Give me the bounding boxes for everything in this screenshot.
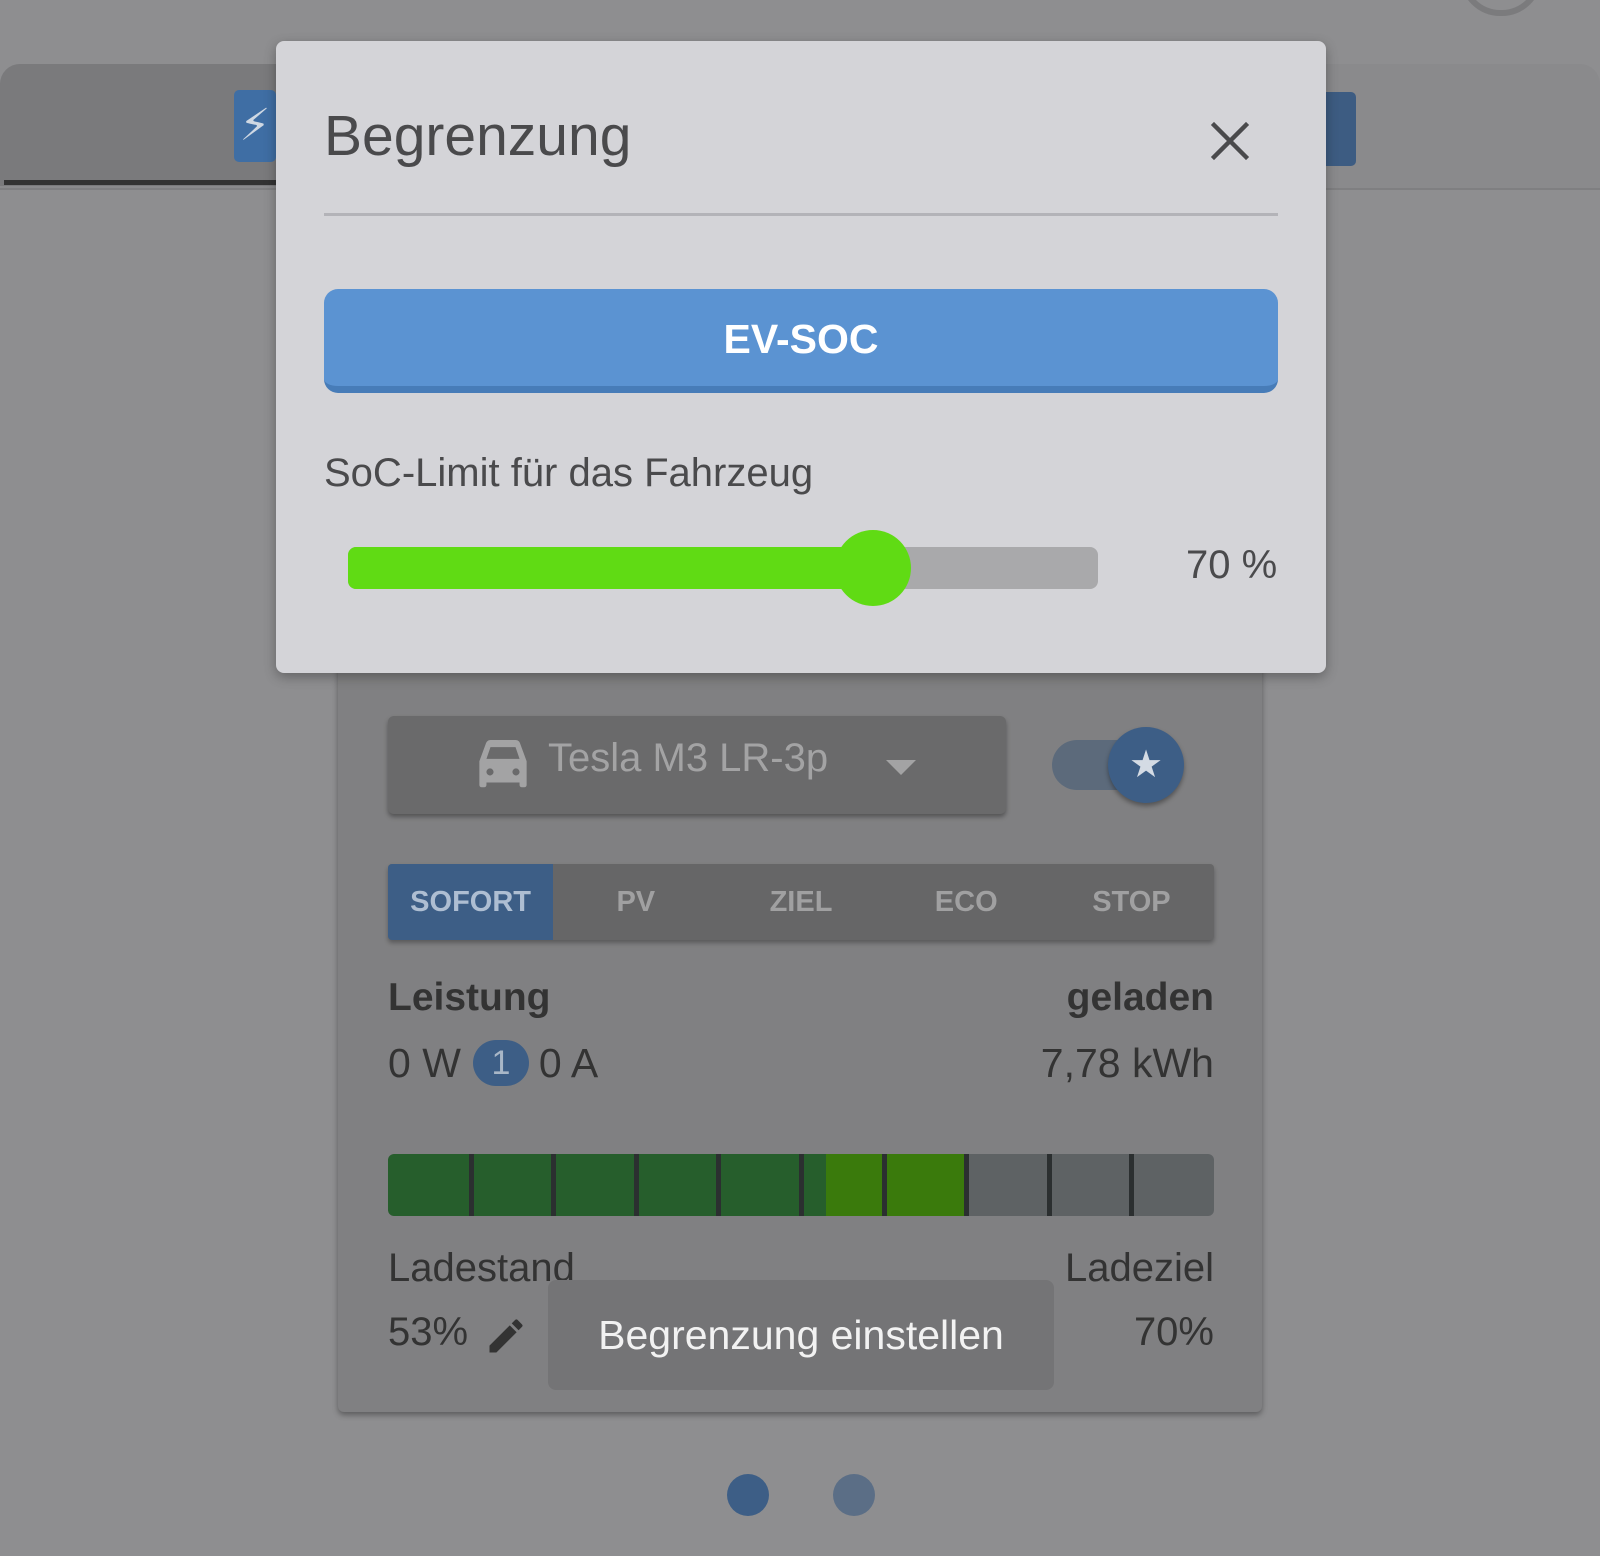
avatar[interactable] bbox=[1460, 0, 1542, 16]
mode-eco-button[interactable]: ECO bbox=[884, 864, 1049, 940]
pager-dot-1[interactable] bbox=[727, 1474, 769, 1516]
pencil-icon[interactable] bbox=[484, 1314, 528, 1358]
soc-segment-divider bbox=[633, 1154, 639, 1216]
soc-segment-divider bbox=[551, 1154, 557, 1216]
charged-value: 7,78 kWh bbox=[1040, 1040, 1214, 1086]
soc-segment-divider bbox=[716, 1154, 722, 1216]
charged-label: geladen bbox=[1066, 976, 1214, 1019]
soc-limit-slider[interactable] bbox=[348, 547, 1098, 589]
star-icon[interactable]: ★ bbox=[1108, 727, 1184, 803]
power-label: Leistung bbox=[388, 976, 551, 1019]
vehicle-name: Tesla M3 LR-3p bbox=[548, 736, 829, 780]
mode-stop-button[interactable]: STOP bbox=[1049, 864, 1214, 940]
chevron-down-icon bbox=[886, 760, 916, 775]
lightning-icon: ⚡ bbox=[234, 90, 276, 162]
soc-segment-divider bbox=[964, 1154, 970, 1216]
vehicle-select[interactable]: Tesla M3 LR-3p bbox=[388, 716, 1006, 814]
close-icon[interactable] bbox=[1206, 117, 1254, 165]
mode-sofort-button[interactable]: SOFORT bbox=[388, 864, 554, 940]
power-value: 0 W bbox=[388, 1040, 461, 1086]
soc-segment-divider bbox=[881, 1154, 887, 1216]
soc-target-fill bbox=[825, 1154, 967, 1216]
slider-fill bbox=[348, 547, 873, 589]
limit-mode-button[interactable]: EV-SOC bbox=[324, 289, 1278, 393]
power-readout: 0 W10 A bbox=[388, 1040, 598, 1089]
soc-target-value: 70% bbox=[1133, 1310, 1214, 1354]
soc-target-label: Ladeziel bbox=[1064, 1246, 1214, 1290]
soc-segment-divider bbox=[468, 1154, 474, 1216]
tooltip: Begrenzung einstellen bbox=[548, 1280, 1054, 1390]
mode-ziel-button[interactable]: ZIEL bbox=[718, 864, 883, 940]
slider-thumb[interactable] bbox=[835, 530, 911, 606]
current-value: 0 A bbox=[538, 1040, 599, 1086]
soc-state-value: 53% bbox=[388, 1310, 469, 1354]
mode-pv-button[interactable]: PV bbox=[553, 864, 718, 940]
soc-state-label: Ladestand bbox=[388, 1246, 575, 1290]
limit-dialog: Begrenzung EV-SOC SoC-Limit für das Fahr… bbox=[276, 41, 1326, 673]
dialog-title: Begrenzung bbox=[324, 104, 632, 168]
soc-limit-label: SoC-Limit für das Fahrzeug bbox=[324, 451, 814, 495]
dialog-divider bbox=[324, 213, 1278, 216]
soc-segment-divider bbox=[799, 1154, 804, 1216]
car-icon bbox=[479, 740, 527, 788]
pager-dot-2[interactable] bbox=[833, 1474, 875, 1516]
soc-limit-value: 70 % bbox=[1186, 543, 1278, 587]
charge-mode-selector: SOFORT PV ZIEL ECO STOP bbox=[388, 864, 1214, 940]
soc-segment-divider bbox=[1046, 1154, 1052, 1216]
phase-count-badge: 1 bbox=[472, 1040, 529, 1087]
soc-segment-divider bbox=[1129, 1154, 1135, 1216]
soc-current-fill bbox=[388, 1154, 826, 1216]
soc-progress-bar bbox=[388, 1154, 1214, 1216]
